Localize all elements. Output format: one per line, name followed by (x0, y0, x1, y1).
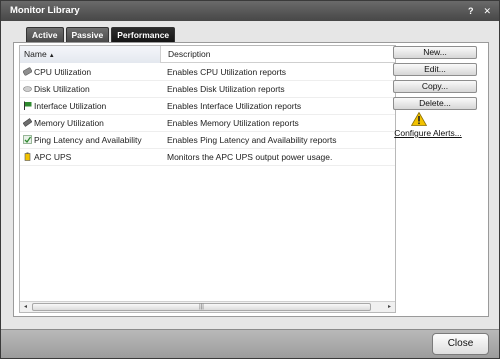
sort-ascending-icon: ▲ (48, 53, 55, 59)
table-row[interactable]: Interface Utilization Enables Interface … (20, 98, 395, 115)
scrollbar-thumb[interactable]: ||| (32, 303, 371, 311)
column-header-description[interactable]: Description (164, 46, 395, 63)
horizontal-scrollbar[interactable]: ◂ ||| ▸ (20, 301, 395, 312)
row-description: Enables Ping Latency and Availability re… (167, 135, 337, 145)
memory-icon (23, 116, 33, 127)
new-button[interactable]: New... (393, 46, 477, 59)
row-name: Interface Utilization (34, 101, 107, 111)
ping-icon (23, 133, 32, 144)
row-description: Enables Disk Utilization reports (167, 84, 285, 94)
battery-icon (23, 150, 32, 161)
window-title: Monitor Library (10, 5, 80, 16)
table-row[interactable]: APC UPS Monitors the APC UPS output powe… (20, 149, 395, 166)
row-description: Enables Interface Utilization reports (167, 101, 302, 111)
column-header-name[interactable]: Name ▲ (20, 46, 161, 63)
row-name: Memory Utilization (34, 118, 104, 128)
title-controls: ? ✕ (468, 1, 491, 21)
row-name: Ping Latency and Availability (34, 135, 142, 145)
copy-button[interactable]: Copy... (393, 80, 477, 93)
warning-icon (410, 111, 428, 126)
monitor-table: Name ▲ Description CPU Utilization Enable… (19, 45, 396, 313)
close-button[interactable]: Close (432, 333, 489, 355)
table-row[interactable]: Memory Utilization Enables Memory Utiliz… (20, 115, 395, 132)
row-description: Monitors the APC UPS output power usage. (167, 152, 333, 162)
name-cell: Disk Utilization (23, 81, 163, 98)
row-description: Enables Memory Utilization reports (167, 118, 299, 128)
cpu-icon (23, 65, 33, 76)
table-row[interactable]: Disk Utilization Enables Disk Utilizatio… (20, 81, 395, 98)
row-name: APC UPS (34, 152, 72, 162)
configure-alerts-link[interactable]: Configure Alerts... (386, 128, 470, 138)
name-cell: CPU Utilization (23, 64, 163, 81)
close-icon[interactable]: ✕ (483, 1, 491, 21)
table-row[interactable]: Ping Latency and Availability Enables Pi… (20, 132, 395, 149)
row-name: Disk Utilization (34, 84, 90, 94)
table-row[interactable]: CPU Utilization Enables CPU Utilization … (20, 64, 395, 81)
scroll-right-icon[interactable]: ▸ (384, 302, 395, 312)
name-cell: Ping Latency and Availability (23, 132, 163, 149)
delete-button[interactable]: Delete... (393, 97, 477, 110)
tab-performance[interactable]: Performance (111, 27, 176, 42)
row-name: CPU Utilization (34, 67, 92, 77)
tab-panel: Name ▲ Description CPU Utilization Enable… (13, 42, 489, 317)
tab-bar: Active Passive Performance (26, 27, 176, 42)
column-header-name-label: Name (24, 49, 47, 59)
table-header: Name ▲ Description (20, 46, 395, 63)
disk-icon (23, 82, 32, 92)
name-cell: Interface Utilization (23, 98, 163, 115)
dialog-footer: Close (1, 329, 499, 358)
scroll-left-icon[interactable]: ◂ (20, 302, 31, 312)
name-cell: Memory Utilization (23, 115, 163, 132)
row-description: Enables CPU Utilization reports (167, 67, 287, 77)
tab-passive[interactable]: Passive (65, 27, 110, 42)
tab-active[interactable]: Active (26, 27, 64, 42)
title-bar[interactable]: Monitor Library ? ✕ (1, 1, 499, 21)
interface-flag-icon (23, 99, 32, 110)
edit-button[interactable]: Edit... (393, 63, 477, 76)
monitor-library-dialog: Monitor Library ? ✕ Active Passive Perfo… (0, 0, 500, 359)
table-body: CPU Utilization Enables CPU Utilization … (20, 64, 395, 166)
name-cell: APC UPS (23, 149, 163, 166)
help-icon[interactable]: ? (468, 1, 474, 21)
